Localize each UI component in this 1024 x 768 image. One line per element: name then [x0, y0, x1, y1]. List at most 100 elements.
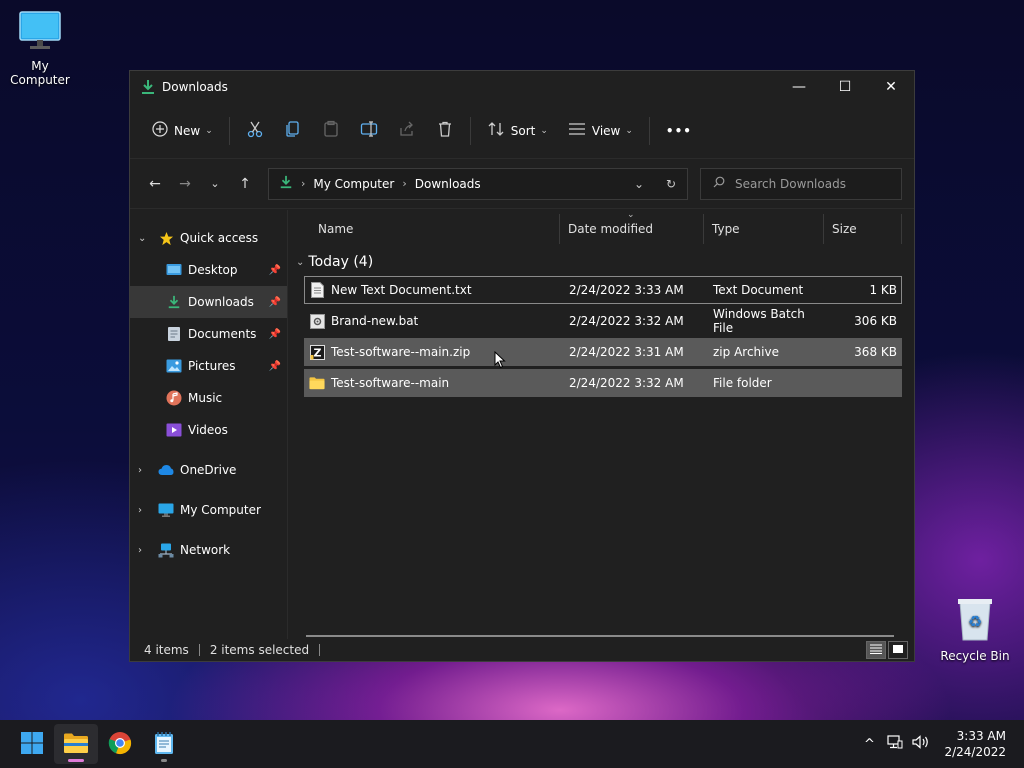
sort-button[interactable]: Sort ⌄ [477, 113, 558, 149]
sidebar-item-documents[interactable]: Documents 📌 [130, 318, 287, 350]
download-icon [279, 175, 293, 192]
selection-count: 2 items selected [209, 643, 310, 657]
copy-button[interactable] [274, 113, 312, 149]
chevron-right-icon: › [402, 177, 407, 190]
table-row[interactable]: Test-software--main 2/24/2022 3:32 AM Fi… [304, 369, 902, 397]
chevron-down-icon[interactable]: ⌄ [296, 257, 304, 268]
back-button[interactable]: ← [140, 169, 170, 199]
delete-button[interactable] [426, 113, 464, 149]
share-button[interactable] [388, 113, 426, 149]
documents-icon [166, 326, 182, 342]
sidebar-item-desktop[interactable]: Desktop 📌 [130, 254, 287, 286]
volume-button[interactable] [908, 724, 934, 764]
forward-button[interactable]: → [170, 169, 200, 199]
sidebar-item-label: Videos [188, 423, 228, 437]
close-button[interactable]: ✕ [868, 71, 914, 103]
title-bar[interactable]: Downloads — ☐ ✕ [130, 71, 914, 103]
new-button[interactable]: New ⌄ [142, 113, 223, 149]
folder-icon [63, 732, 89, 757]
breadcrumb-my-computer[interactable]: My Computer [313, 177, 394, 191]
rename-button[interactable] [350, 113, 388, 149]
arrow-up-icon: ↑ [239, 175, 251, 192]
sidebar-item-my-computer[interactable]: › My Computer [130, 494, 287, 526]
sidebar-item-downloads[interactable]: Downloads 📌 [130, 286, 287, 318]
start-button[interactable] [10, 724, 54, 764]
delete-icon [436, 120, 454, 141]
window-title: Downloads [162, 80, 228, 94]
taskbar-chrome[interactable] [98, 724, 142, 764]
sidebar-item-label: Pictures [188, 359, 236, 373]
column-headers: Name Date modified Type Size ⌄ [288, 210, 914, 244]
pictures-icon [166, 358, 182, 374]
chevron-right-icon[interactable]: › [138, 505, 158, 516]
minimize-button[interactable]: — [776, 71, 822, 103]
monitor-icon [0, 10, 80, 55]
column-header-type[interactable]: Type [704, 214, 824, 244]
sidebar-item-pictures[interactable]: Pictures 📌 [130, 350, 287, 382]
more-options-button[interactable]: ••• [656, 113, 702, 149]
search-input[interactable] [735, 176, 885, 191]
sidebar-item-label: Documents [188, 327, 257, 341]
item-count: 4 items [144, 643, 189, 657]
column-header-name[interactable]: Name [288, 214, 560, 244]
sidebar-item-onedrive[interactable]: › OneDrive [130, 454, 287, 486]
desktop-icon-my-computer[interactable]: My Computer [0, 10, 80, 87]
sidebar-item-quick-access[interactable]: ⌄ Quick access [130, 222, 287, 254]
paste-button[interactable] [312, 113, 350, 149]
sort-icon [487, 121, 505, 140]
more-icon: ••• [665, 123, 692, 138]
address-bar[interactable]: › My Computer › Downloads ⌄ ↻ [268, 167, 688, 200]
file-date: 2/24/2022 3:33 AM [569, 283, 684, 297]
sidebar-item-videos[interactable]: Videos [130, 414, 287, 446]
cut-button[interactable] [236, 113, 274, 149]
sort-button-label: Sort [510, 123, 536, 138]
view-icon [568, 122, 586, 139]
recent-locations-button[interactable]: ⌄ [200, 169, 230, 199]
file-date: 2/24/2022 3:31 AM [569, 345, 684, 359]
sidebar-item-network[interactable]: › Network [130, 534, 287, 566]
cloud-icon [158, 462, 174, 478]
sidebar-item-label: My Computer [180, 503, 261, 517]
group-header-today[interactable]: ⌄ Today (4) [288, 248, 914, 276]
table-row[interactable]: Z Test-software--main.zip 2/24/2022 3:31… [304, 338, 902, 366]
refresh-button[interactable]: ↻ [655, 169, 687, 199]
command-bar: New ⌄ Sort ⌄ View ⌄ ••• [130, 103, 914, 159]
copy-icon [284, 120, 302, 141]
show-hidden-icons-button[interactable]: ^ [856, 724, 882, 764]
file-type: Windows Batch File [713, 307, 805, 335]
sidebar-item-music[interactable]: Music [130, 382, 287, 414]
system-tray: ^ 3:33 AM 2/24/2022 [856, 720, 1024, 768]
file-date: 2/24/2022 3:32 AM [569, 376, 684, 390]
pin-icon: 📌 [268, 264, 281, 276]
network-status-button[interactable] [882, 724, 908, 764]
column-header-size[interactable]: Size [824, 214, 902, 244]
toolbar-divider [228, 116, 230, 145]
address-history-button[interactable]: ⌄ [623, 169, 655, 199]
chevron-right-icon[interactable]: › [138, 545, 158, 556]
chevron-right-icon[interactable]: › [138, 465, 158, 476]
table-row[interactable]: Brand-new.bat 2/24/2022 3:32 AM Windows … [304, 307, 902, 335]
desktop-icon-recycle-bin[interactable]: ♻ Recycle Bin [935, 596, 1015, 663]
tiles-view-button[interactable] [888, 641, 908, 659]
details-view-button[interactable] [866, 641, 886, 659]
up-button[interactable]: ↑ [230, 169, 260, 199]
chevron-down-icon[interactable]: ⌄ [138, 233, 158, 244]
breadcrumb-downloads[interactable]: Downloads [415, 177, 481, 191]
taskbar-file-explorer[interactable] [54, 724, 98, 764]
horizontal-scrollbar[interactable] [306, 635, 894, 637]
sidebar-item-label: Quick access [180, 231, 259, 245]
speaker-icon [912, 735, 930, 753]
taskbar-notepad[interactable] [142, 724, 186, 764]
sidebar-item-label: OneDrive [180, 463, 237, 477]
arrow-right-icon: → [179, 175, 191, 192]
file-size: 306 KB [854, 314, 897, 328]
table-row[interactable]: New Text Document.txt 2/24/2022 3:33 AM … [304, 276, 902, 304]
download-icon [140, 79, 156, 95]
maximize-button[interactable]: ☐ [822, 71, 868, 103]
view-button[interactable]: View ⌄ [558, 113, 643, 149]
file-list: Name Date modified Type Size ⌄ ⌄ Today (… [288, 210, 914, 639]
music-icon [166, 390, 182, 406]
clock[interactable]: 3:33 AM 2/24/2022 [944, 728, 1006, 760]
chevron-down-icon: ⌄ [205, 125, 213, 136]
search-box[interactable] [700, 167, 902, 200]
